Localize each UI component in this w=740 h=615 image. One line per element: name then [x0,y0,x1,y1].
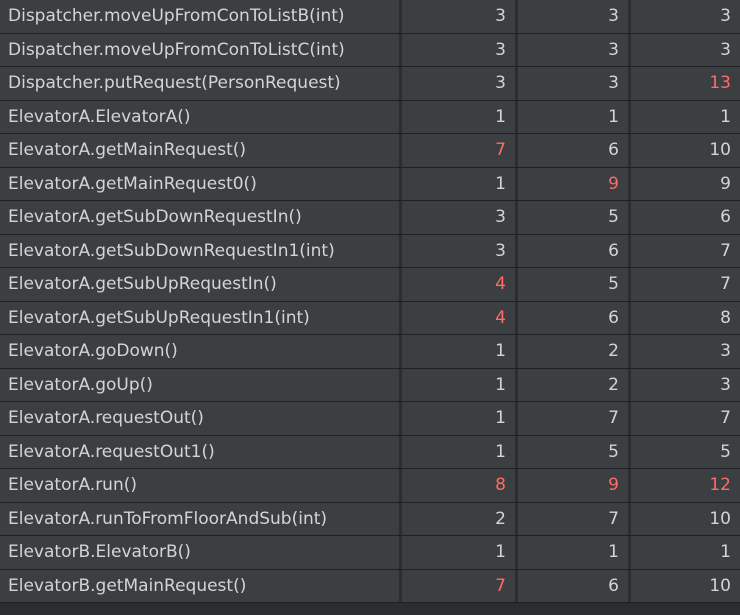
metric-1-cell: 3 [402,67,515,100]
metrics-table: Dispatcher.moveUpFromConToListB(int) 3 3 3 … [0,0,740,615]
metric-1-cell: 4 [402,268,515,301]
method-name-cell: ElevatorB.ElevatorB() [0,536,399,569]
table-row[interactable]: ElevatorB.getMainRequest() 7 6 10 [0,569,740,603]
metric-1-cell: 1 [402,536,515,569]
metric-3-cell: 3 [631,33,740,66]
metric-1-cell: 1 [402,368,515,401]
method-name-cell: ElevatorA.requestOut() [0,402,399,435]
metric-3-cell: 5 [631,435,740,468]
table-row[interactable]: ElevatorA.getSubUpRequestIn() 4 5 7 [0,268,740,302]
metric-2-cell: 3 [518,33,628,66]
metric-3-cell: 3 [631,0,740,33]
metric-3-cell: 8 [631,301,740,334]
metric-3-cell: 10 [631,134,740,167]
metric-2-cell: 3 [518,0,628,33]
method-name-cell: ElevatorA.runToFromFloorAndSub(int) [0,502,399,535]
metric-3-cell: 9 [631,167,740,200]
metric-3-cell: 3 [631,335,740,368]
table-row[interactable]: ElevatorA.run() 8 9 12 [0,469,740,503]
table-row[interactable]: ElevatorA.goDown() 1 2 3 [0,335,740,369]
metric-2-cell: 2 [518,368,628,401]
method-name-cell: ElevatorA.getMainRequest() [0,134,399,167]
metric-2-cell: 5 [518,435,628,468]
method-name-cell: ElevatorA.goUp() [0,368,399,401]
metric-3-cell: 13 [631,67,740,100]
metric-1-cell: 1 [402,335,515,368]
method-name-cell: ElevatorA.run() [0,469,399,502]
method-name-cell: Dispatcher.putRequest(PersonRequest) [0,67,399,100]
method-name-cell: Dispatcher.moveUpFromConToListC(int) [0,33,399,66]
metric-3-cell: 6 [631,201,740,234]
table-row[interactable]: ElevatorB.ElevatorB() 1 1 1 [0,536,740,570]
metric-2-cell: 7 [518,502,628,535]
table-row[interactable]: ElevatorA.runToFromFloorAndSub(int) 2 7 10 [0,502,740,536]
method-name-cell: Dispatcher.moveUpFromConToListB(int) [0,0,399,33]
metric-3-cell: 10 [631,502,740,535]
metric-1-cell: 1 [402,402,515,435]
metric-2-cell: 2 [518,335,628,368]
method-name-cell: ElevatorA.getSubUpRequestIn1(int) [0,301,399,334]
table-row[interactable]: ElevatorA.getSubDownRequestIn() 3 5 6 [0,201,740,235]
table-row[interactable]: ElevatorA.getSubDownRequestIn1(int) 3 6 7 [0,234,740,268]
metric-2-cell: 6 [518,234,628,267]
table-row[interactable]: ElevatorA.requestOut() 1 7 7 [0,402,740,436]
metric-1-cell: 8 [402,469,515,502]
metric-2-cell: 6 [518,134,628,167]
metric-1-cell: 7 [402,134,515,167]
metric-1-cell: 7 [402,569,515,602]
metric-3-cell: 1 [631,536,740,569]
metric-1-cell: 3 [402,0,515,33]
method-name-cell: ElevatorA.getSubDownRequestIn1(int) [0,234,399,267]
metric-1-cell: 1 [402,100,515,133]
metric-2-cell: 6 [518,569,628,602]
table-row[interactable]: ElevatorA.getMainRequest0() 1 9 9 [0,167,740,201]
metric-1-cell: 2 [402,502,515,535]
method-name-cell: ElevatorA.goDown() [0,335,399,368]
metric-1-cell: 1 [402,435,515,468]
method-name-cell: ElevatorA.getSubDownRequestIn() [0,201,399,234]
metric-1-cell: 3 [402,33,515,66]
metric-2-cell: 3 [518,67,628,100]
metric-3-cell: 1 [631,100,740,133]
metric-3-cell: 7 [631,234,740,267]
metric-1-cell: 4 [402,301,515,334]
table-row[interactable]: ElevatorA.requestOut1() 1 5 5 [0,435,740,469]
metric-2-cell: 7 [518,402,628,435]
method-name-cell: ElevatorA.getMainRequest0() [0,167,399,200]
table-row[interactable]: ElevatorA.getSubUpRequestIn1(int) 4 6 8 [0,301,740,335]
metric-3-cell: 7 [631,268,740,301]
metric-1-cell: 3 [402,201,515,234]
metric-2-cell: 5 [518,268,628,301]
metric-3-cell: 7 [631,402,740,435]
metric-2-cell: 9 [518,469,628,502]
table-row[interactable]: Dispatcher.moveUpFromConToListC(int) 3 3 3 [0,33,740,67]
table-row[interactable]: ElevatorA.getMainRequest() 7 6 10 [0,134,740,168]
metric-2-cell: 9 [518,167,628,200]
table-row[interactable]: ElevatorA.goUp() 1 2 3 [0,368,740,402]
metric-2-cell: 1 [518,536,628,569]
method-name-cell: ElevatorA.getSubUpRequestIn() [0,268,399,301]
metric-2-cell: 6 [518,301,628,334]
table-row[interactable]: Dispatcher.moveUpFromConToListB(int) 3 3 3 [0,0,740,34]
metric-3-cell: 12 [631,469,740,502]
method-name-cell: ElevatorA.requestOut1() [0,435,399,468]
method-name-cell: ElevatorB.getMainRequest() [0,569,399,602]
method-name-cell: ElevatorA.ElevatorA() [0,100,399,133]
table-row[interactable]: Dispatcher.putRequest(PersonRequest) 3 3 13 [0,67,740,101]
metric-1-cell: 1 [402,167,515,200]
table-row[interactable]: ElevatorA.ElevatorA() 1 1 1 [0,100,740,134]
metric-3-cell: 3 [631,368,740,401]
metric-2-cell: 5 [518,201,628,234]
metric-1-cell: 3 [402,234,515,267]
metric-2-cell: 1 [518,100,628,133]
metric-3-cell: 10 [631,569,740,602]
